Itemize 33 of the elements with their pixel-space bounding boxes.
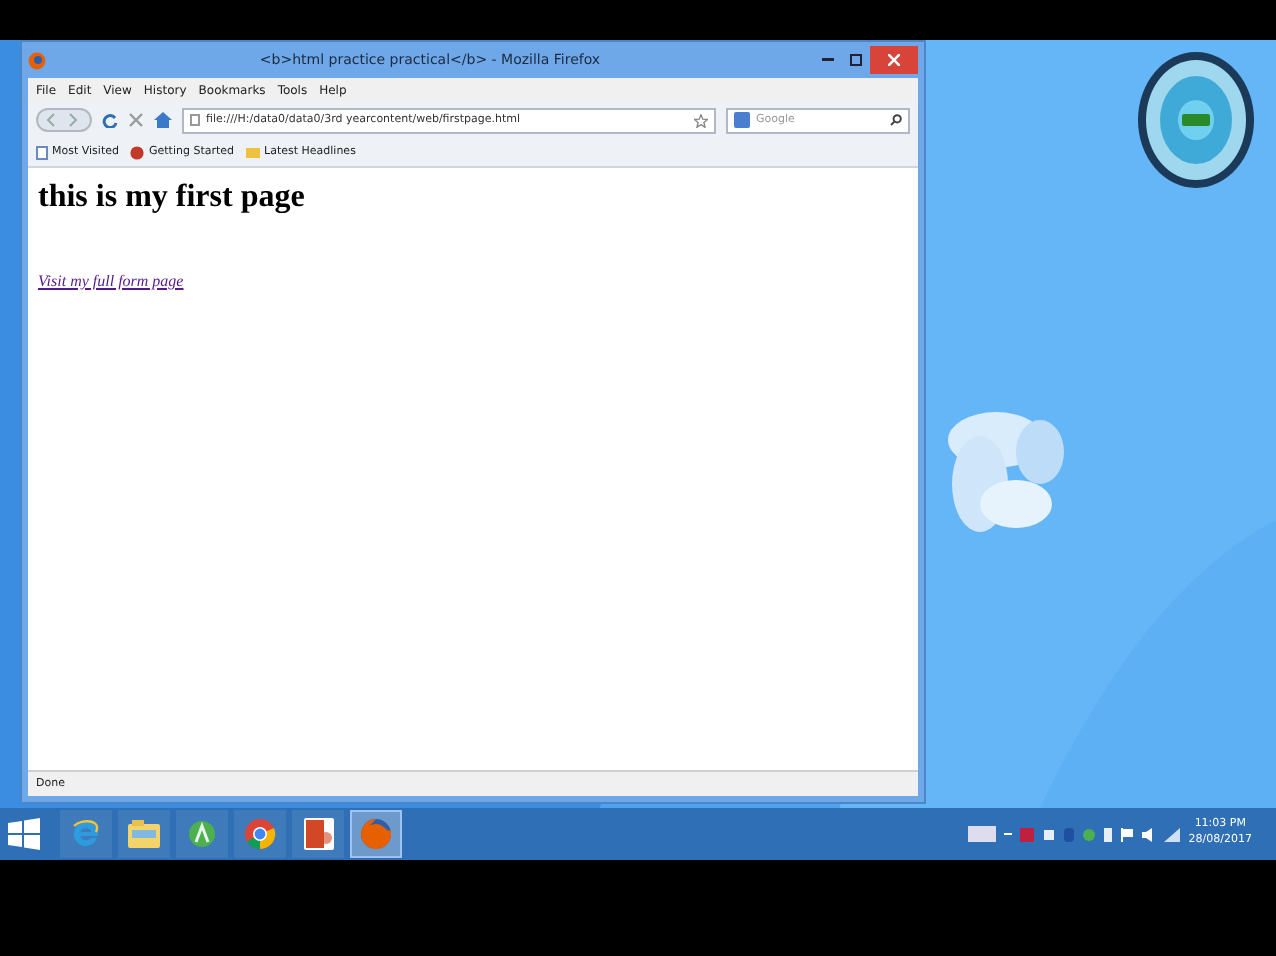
search-icon[interactable] xyxy=(890,114,902,126)
taskbar-app-button[interactable] xyxy=(60,810,112,858)
signal-icon[interactable] xyxy=(1164,827,1181,841)
firefox-icon xyxy=(28,51,46,69)
minimize-icon xyxy=(822,58,834,62)
firefox-icon xyxy=(360,818,392,850)
page-icon xyxy=(36,145,48,159)
taskbar-app-button[interactable] xyxy=(234,810,286,858)
page-heading: this is my first page xyxy=(38,180,307,216)
close-icon xyxy=(888,54,900,66)
taskbar-app-button[interactable] xyxy=(292,810,344,858)
page-icon xyxy=(190,114,200,126)
folder-icon xyxy=(246,146,261,158)
browser-e-icon xyxy=(70,818,102,850)
gadget-drawing xyxy=(1136,48,1256,192)
windows-logo-icon[interactable] xyxy=(8,818,40,850)
close-icon[interactable] xyxy=(128,112,144,128)
taskbar-app-button[interactable] xyxy=(350,810,402,858)
speaker-icon[interactable] xyxy=(1142,827,1157,841)
star-icon[interactable] xyxy=(694,113,708,127)
page-link[interactable]: Visit my full form page xyxy=(38,272,184,290)
keyboard-icon[interactable] xyxy=(968,826,997,842)
home-icon[interactable] xyxy=(154,112,172,128)
folder-icon xyxy=(128,820,160,848)
slides-icon xyxy=(303,818,333,850)
reload-icon[interactable] xyxy=(102,112,118,128)
taskbar-app-button[interactable] xyxy=(118,810,170,858)
maximize-icon xyxy=(850,54,862,66)
flag-icon[interactable] xyxy=(1120,827,1135,841)
taskbar-app-button[interactable] xyxy=(176,810,228,858)
google-icon xyxy=(734,112,750,128)
close-button[interactable] xyxy=(870,46,918,74)
chrome-icon xyxy=(244,818,276,850)
